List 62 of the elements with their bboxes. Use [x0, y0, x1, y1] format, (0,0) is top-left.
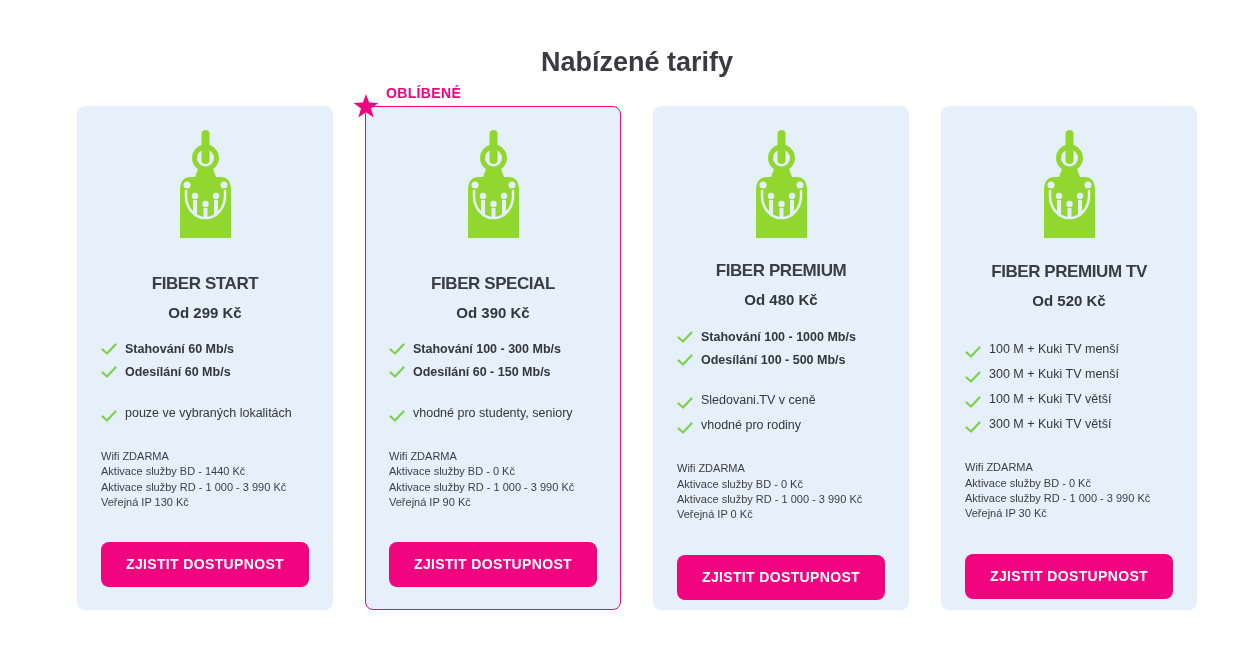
detail-line: Veřejná IP 30 Kč: [965, 506, 1048, 522]
detail-line: Veřejná IP 0 Kč: [677, 507, 754, 523]
feature-text: 100 M + Kuki TV větší: [989, 391, 1112, 409]
feature-text: 300 M + Kuki TV menší: [989, 366, 1120, 384]
check-icon: [389, 409, 405, 422]
detail-line: Aktivace služby BD - 0 Kč: [965, 475, 1092, 491]
plan-price: Od 480 Kč: [743, 290, 819, 311]
plan-title: FIBER PREMIUM TV: [990, 261, 1148, 284]
plan-title: FIBER START: [150, 272, 260, 295]
detail-line: Wifi ZDARMA: [677, 461, 746, 477]
availability-button[interactable]: ZJISTIT DOSTUPNOST: [677, 554, 885, 600]
plan-title: FIBER SPECIAL: [430, 272, 556, 295]
fiber-cable-icon: [179, 130, 231, 238]
detail-line: Veřejná IP 130 Kč: [101, 494, 190, 510]
feature-text: vhodné pro rodiny: [701, 417, 802, 435]
check-icon: [389, 343, 405, 356]
check-icon: [677, 330, 693, 343]
detail-line: Aktivace služby RD - 1 000 - 3 990 Kč: [101, 479, 288, 495]
speed-text: Stahování 60 Mb/s: [125, 341, 235, 358]
check-icon: [677, 422, 693, 435]
check-icon: [677, 397, 693, 410]
detail-line: Wifi ZDARMA: [101, 448, 170, 464]
plan-price: Od 390 Kč: [455, 302, 531, 323]
feature-text: 100 M + Kuki TV menší: [989, 341, 1120, 359]
availability-button[interactable]: ZJISTIT DOSTUPNOST: [389, 542, 597, 588]
section-heading: Nabízené tarify: [540, 46, 734, 79]
feature-text: pouze ve vybraných lokalitách: [125, 404, 292, 422]
check-icon: [965, 396, 981, 409]
detail-line: Aktivace služby RD - 1 000 - 3 990 Kč: [965, 491, 1152, 506]
feature-text: vhodné pro studenty, seniory: [413, 404, 573, 422]
plan-title: FIBER PREMIUM: [714, 260, 848, 283]
speed-text: Stahování 100 - 1000 Mb/s: [701, 328, 856, 345]
detail-line: Aktivace služby BD - 0 Kč: [389, 464, 516, 480]
plan-price: Od 299 Kč: [167, 302, 243, 323]
check-icon: [677, 353, 693, 366]
availability-button[interactable]: ZJISTIT DOSTUPNOST: [965, 553, 1173, 599]
speed-text: Odesílání 60 Mb/s: [125, 364, 231, 381]
plan-price: Od 520 Kč: [1031, 291, 1107, 312]
detail-line: Veřejná IP 90 Kč: [389, 494, 472, 510]
detail-line: Wifi ZDARMA: [965, 460, 1034, 476]
check-icon: [965, 371, 981, 384]
detail-line: Aktivace služby RD - 1 000 - 3 990 Kč: [677, 492, 864, 507]
check-icon: [389, 366, 405, 379]
popular-label: OBLÍBENÉ: [386, 84, 462, 102]
check-icon: [965, 346, 981, 359]
availability-button[interactable]: ZJISTIT DOSTUPNOST: [101, 542, 309, 588]
fiber-cable-icon: [467, 130, 519, 238]
check-icon: [965, 421, 981, 434]
feature-text: 300 M + Kuki TV větší: [989, 416, 1112, 434]
detail-line: Aktivace služby BD - 0 Kč: [677, 476, 804, 492]
speed-text: Odesílání 60 - 150 Mb/s: [413, 364, 551, 381]
check-icon: [101, 409, 117, 422]
fiber-cable-icon: [755, 130, 807, 238]
check-icon: [101, 366, 117, 379]
speed-text: Odesílání 100 - 500 Mb/s: [701, 351, 846, 368]
detail-line: Wifi ZDARMA: [389, 448, 458, 464]
fiber-cable-icon: [1043, 130, 1095, 238]
detail-line: Aktivace služby RD - 1 000 - 3 990 Kč: [389, 479, 576, 495]
check-icon: [101, 343, 117, 356]
detail-line: Aktivace služby BD - 1440 Kč: [101, 464, 247, 480]
speed-text: Stahování 100 - 300 Mb/s: [413, 341, 561, 358]
feature-text: Sledovani.TV v ceně: [701, 392, 816, 410]
